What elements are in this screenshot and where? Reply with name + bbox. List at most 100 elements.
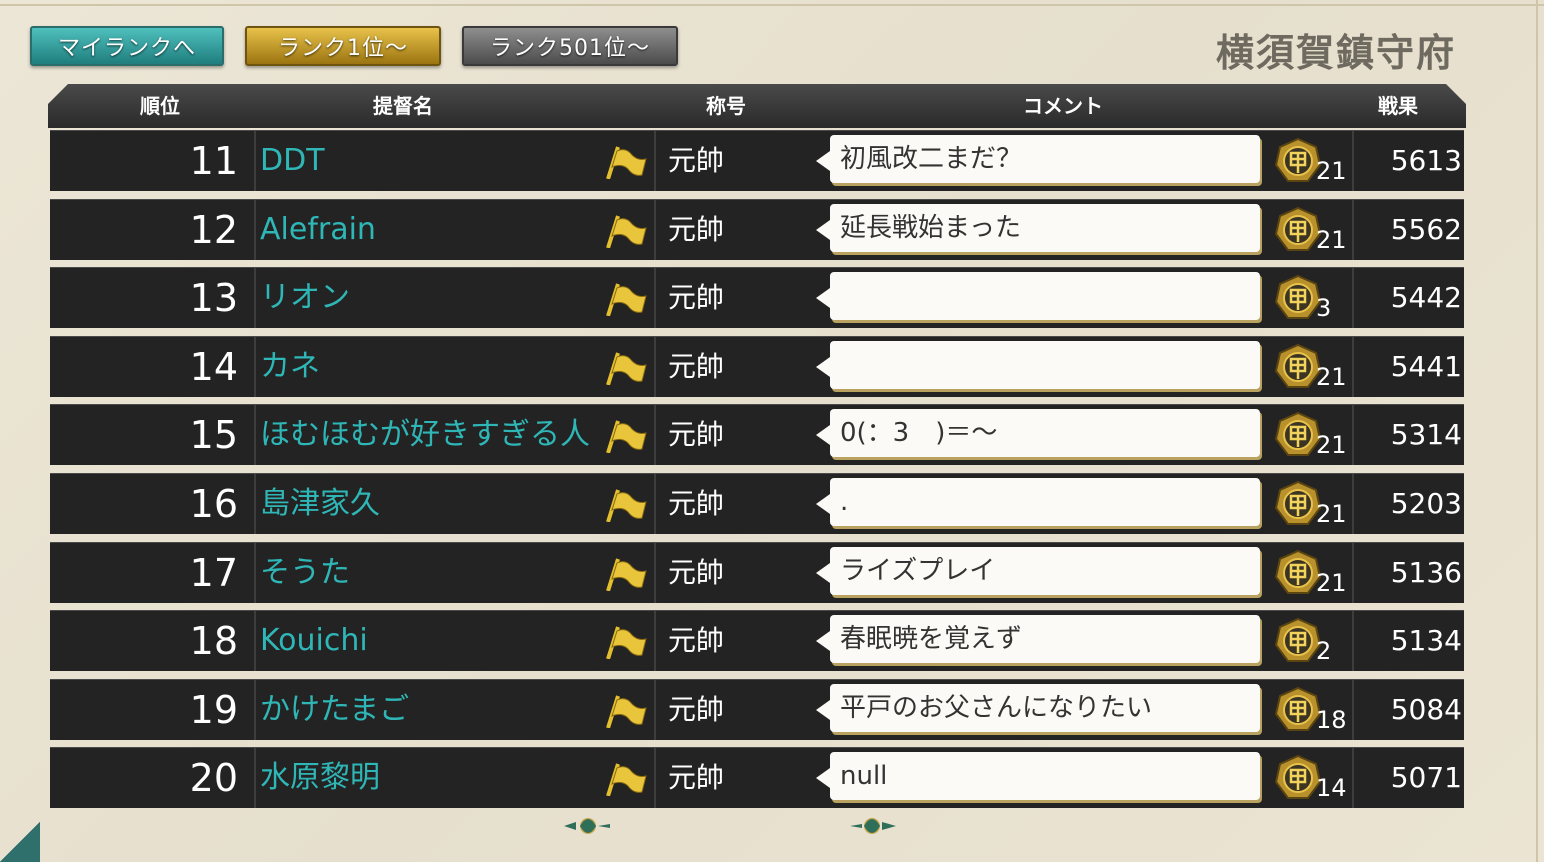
rank-number: 12 xyxy=(189,207,238,252)
table-header: 順位 提督名 称号 コメント 戦果 xyxy=(48,84,1466,128)
flag-icon xyxy=(606,626,647,660)
column-divider xyxy=(654,679,656,740)
comment-bubble: . xyxy=(830,477,1260,526)
table-row[interactable]: 19 かけたまご 元帥 平戸のお父さんになりたい 18 5084 xyxy=(50,678,1464,740)
column-divider xyxy=(654,473,656,534)
rank-number: 19 xyxy=(189,687,238,732)
column-divider xyxy=(654,268,656,329)
comment-bubble: 平戸のお父さんになりたい xyxy=(830,683,1260,732)
rank-title: 元帥 xyxy=(668,761,725,795)
medal-count: 21 xyxy=(1316,157,1347,185)
comment-bubble: null xyxy=(830,752,1260,801)
score-value: 5136 xyxy=(1390,555,1462,589)
column-divider xyxy=(254,405,256,466)
column-divider xyxy=(654,748,656,809)
ranking-table: 11 DDT 元帥 初風改二まだ？ 21 5613 12 Alefrain 元帥 xyxy=(50,130,1464,816)
table-row[interactable]: 13 リオン 元帥 3 5442 xyxy=(50,267,1464,329)
admiral-name[interactable]: リオン xyxy=(260,268,600,328)
rank-number: 16 xyxy=(189,481,238,526)
admiral-name[interactable]: カネ xyxy=(260,337,600,397)
header-admiral-name: 提督名 xyxy=(373,94,433,118)
kou-medal-icon xyxy=(1274,206,1322,251)
column-divider xyxy=(254,748,256,809)
comment-bubble-tail xyxy=(816,768,830,789)
column-divider xyxy=(254,473,256,534)
rank-number: 11 xyxy=(189,139,238,183)
medal-count: 21 xyxy=(1316,225,1347,254)
admiral-name[interactable]: かけたまご xyxy=(260,680,600,740)
flag-icon xyxy=(606,283,647,317)
kou-medal-icon xyxy=(1274,275,1322,320)
frame-border-top xyxy=(0,4,1544,6)
admiral-name[interactable]: ほむほむが好きすぎる人 xyxy=(260,405,600,465)
medal-count: 3 xyxy=(1316,294,1332,323)
comment-bubble-tail xyxy=(816,356,830,377)
rank-number: 13 xyxy=(189,276,238,321)
score-value: 5562 xyxy=(1390,212,1462,246)
score-value: 5084 xyxy=(1390,692,1462,726)
medal-count: 2 xyxy=(1316,637,1332,666)
table-row[interactable]: 15 ほむほむが好きすぎる人 元帥 0(：3 )＝～ 21 5314 xyxy=(50,404,1464,466)
column-divider xyxy=(254,336,256,397)
kou-medal-icon xyxy=(1274,755,1322,800)
table-row[interactable]: 12 Alefrain 元帥 延長戦始まった 21 5562 xyxy=(50,198,1464,260)
flag-icon xyxy=(606,695,647,728)
score-value: 5134 xyxy=(1390,624,1462,658)
comment-bubble-tail xyxy=(816,288,830,309)
flag-icon xyxy=(606,557,647,591)
rank-title: 元帥 xyxy=(668,418,725,452)
medal-count: 21 xyxy=(1316,568,1347,597)
comment-bubble: 0(：3 )＝～ xyxy=(830,409,1260,458)
flag-icon xyxy=(606,489,647,522)
comment-bubble xyxy=(830,272,1260,321)
comment-bubble-tail xyxy=(816,219,830,240)
flag-icon xyxy=(606,420,647,454)
kou-medal-icon xyxy=(1274,343,1322,388)
rank-501-button[interactable]: ランク501位～ xyxy=(462,26,678,66)
my-rank-button[interactable]: マイランクへ xyxy=(30,26,224,66)
comment-bubble: ライズプレイ xyxy=(830,546,1260,595)
comment-bubble-tail xyxy=(816,493,830,514)
score-value: 5203 xyxy=(1390,486,1462,520)
rank-title: 元帥 xyxy=(668,281,725,315)
column-divider xyxy=(254,268,256,329)
admiral-name[interactable]: 島津家久 xyxy=(260,474,600,534)
rank-title: 元帥 xyxy=(668,349,725,383)
comment-bubble-tail xyxy=(816,151,830,171)
column-divider xyxy=(254,199,256,260)
comment-bubble: 延長戦始まった xyxy=(830,203,1260,252)
header-score: 戦果 xyxy=(1378,94,1418,118)
column-divider xyxy=(654,542,656,603)
kou-medal-icon xyxy=(1274,137,1322,182)
table-row[interactable]: 17 そうた 元帥 ライズプレイ 21 5136 xyxy=(50,541,1464,603)
table-row[interactable]: 20 水原黎明 元帥 null 14 5071 xyxy=(50,747,1464,809)
medal-count: 14 xyxy=(1316,774,1347,803)
flag-icon xyxy=(606,763,647,797)
column-divider xyxy=(654,131,656,191)
header-title: 称号 xyxy=(706,94,746,118)
column-divider xyxy=(254,611,256,672)
rank-title: 元帥 xyxy=(668,624,725,658)
flag-icon xyxy=(606,214,647,248)
table-row[interactable]: 16 島津家久 元帥 . 21 5203 xyxy=(50,472,1464,534)
table-row[interactable]: 11 DDT 元帥 初風改二まだ？ 21 5613 xyxy=(50,130,1464,191)
table-row[interactable]: 18 Kouichi 元帥 春眠暁を覚えず 2 5134 xyxy=(50,610,1464,672)
score-value: 5441 xyxy=(1390,349,1462,383)
rank-number: 18 xyxy=(189,619,238,664)
rank-1-button[interactable]: ランク1位～ xyxy=(245,26,441,66)
admiral-name[interactable]: そうた xyxy=(260,543,600,603)
admiral-name[interactable]: DDT xyxy=(260,131,600,191)
table-row[interactable]: 14 カネ 元帥 21 5441 xyxy=(50,335,1464,397)
kou-medal-icon xyxy=(1274,618,1322,663)
comment-bubble-tail xyxy=(816,699,830,720)
rank-number: 14 xyxy=(189,344,238,389)
score-value: 5071 xyxy=(1390,761,1462,795)
rank-number: 17 xyxy=(189,550,238,595)
column-divider xyxy=(654,199,656,260)
admiral-name[interactable]: Alefrain xyxy=(260,200,600,260)
comment-bubble: 春眠暁を覚えず xyxy=(830,615,1260,664)
comment-bubble-tail xyxy=(816,425,830,446)
admiral-name[interactable]: 水原黎明 xyxy=(260,748,600,808)
base-name: 横須賀鎮守府 xyxy=(1215,30,1456,75)
admiral-name[interactable]: Kouichi xyxy=(260,611,600,671)
